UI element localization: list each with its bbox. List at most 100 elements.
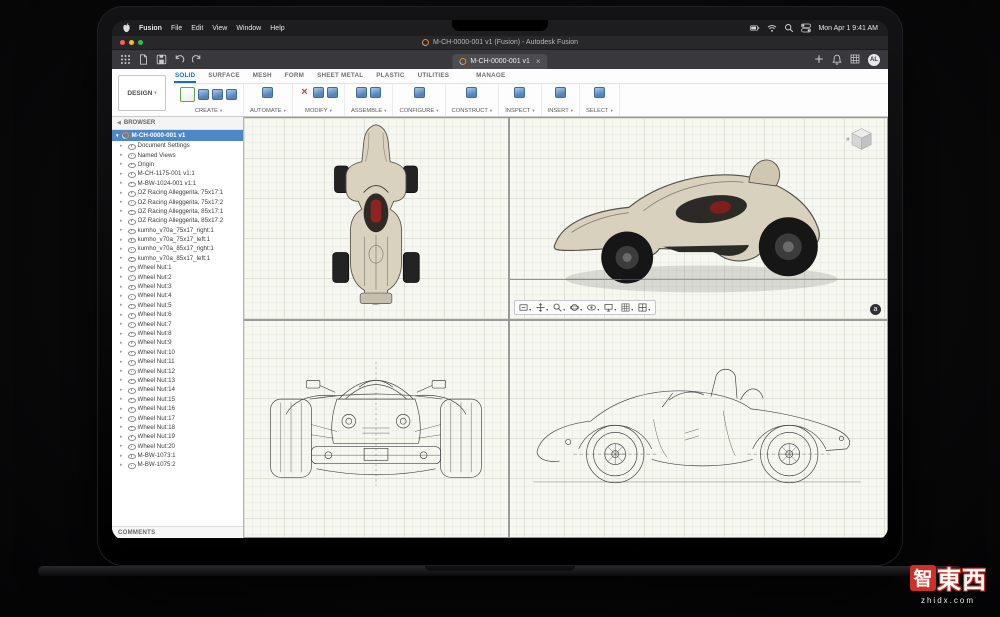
disclosure-icon[interactable]: ▸	[120, 284, 125, 290]
search-icon[interactable]	[784, 23, 794, 33]
visibility-eye-icon[interactable]	[128, 321, 136, 328]
ribbon-group-label[interactable]: ASSEMBLE	[351, 108, 382, 114]
close-window-button[interactable]	[120, 40, 125, 45]
browser-item[interactable]: ▸Wheel Nut:14	[112, 385, 243, 394]
browser-item[interactable]: ▸M-BW-1073:1	[112, 451, 243, 460]
disclosure-icon[interactable]: ▸	[120, 406, 125, 412]
browser-item[interactable]: ▸kumho_v70a_85x17_right:1	[112, 244, 243, 253]
ribbon-group-label[interactable]: CONFIGURE	[399, 108, 434, 114]
disclosure-icon[interactable]: ▸	[120, 443, 125, 449]
configure-icon[interactable]	[414, 87, 425, 98]
disclosure-icon[interactable]: ▸	[120, 453, 125, 459]
browser-item[interactable]: ▸OZ Racing Alleggerita, 85x17:1	[112, 207, 243, 216]
viewport-vertical-splitter[interactable]	[508, 118, 510, 537]
measure-icon[interactable]	[514, 87, 525, 98]
ribbon-tab-solid[interactable]: SOLID	[174, 70, 196, 83]
undo-icon[interactable]	[174, 54, 185, 65]
browser-header[interactable]: ◀ BROWSER	[112, 117, 243, 130]
visibility-eye-icon[interactable]	[128, 236, 136, 243]
viewport-front-view[interactable]	[244, 319, 508, 537]
visibility-eye-icon[interactable]	[128, 274, 136, 281]
visibility-eye-icon[interactable]	[128, 255, 136, 262]
apple-logo-icon[interactable]	[122, 23, 131, 33]
visibility-eye-icon[interactable]	[128, 152, 136, 159]
browser-item[interactable]: ▸Origin	[112, 160, 243, 169]
comments-bar[interactable]: COMMENTS	[112, 526, 243, 538]
browser-item[interactable]: ▸Wheel Nut:18	[112, 423, 243, 432]
zoom-window-button[interactable]	[138, 40, 143, 45]
display-settings-button[interactable]: ▾	[603, 302, 618, 313]
disclosure-icon[interactable]: ▸	[120, 143, 125, 149]
browser-item[interactable]: ▸Wheel Nut:12	[112, 366, 243, 375]
browser-item[interactable]: ▸Wheel Nut:3	[112, 282, 243, 291]
save-icon[interactable]	[156, 54, 167, 65]
visibility-eye-icon[interactable]	[128, 180, 136, 187]
ribbon-tab-surface[interactable]: SURFACE	[207, 70, 241, 83]
visibility-eye-icon[interactable]	[128, 330, 136, 337]
visibility-eye-icon[interactable]	[128, 461, 136, 468]
visibility-eye-icon[interactable]	[128, 339, 136, 346]
browser-item[interactable]: ▸Wheel Nut:16	[112, 404, 243, 413]
disclosure-icon[interactable]: ▸	[120, 246, 125, 252]
visibility-eye-icon[interactable]	[128, 227, 136, 234]
view-cube[interactable]	[842, 123, 878, 155]
create-solid-icon[interactable]	[198, 89, 209, 100]
minimize-window-button[interactable]	[129, 40, 134, 45]
visibility-eye-icon[interactable]	[128, 189, 136, 196]
ribbon-group-label[interactable]: MODIFY	[305, 108, 328, 114]
browser-item[interactable]: ▸Wheel Nut:5	[112, 301, 243, 310]
browser-item[interactable]: ▸OZ Racing Alleggerita, 85x17:2	[112, 216, 243, 225]
extrude-icon[interactable]	[212, 89, 223, 100]
browser-item[interactable]: ▸OZ Racing Alleggerita, 75x17:1	[112, 188, 243, 197]
disclosure-icon[interactable]: ▸	[120, 227, 125, 233]
browser-item[interactable]: ▸Wheel Nut:10	[112, 348, 243, 357]
new-sketch-icon[interactable]	[180, 87, 195, 102]
browser-item[interactable]: ▸kumho_v70a_85x17_left:1	[112, 254, 243, 263]
menu-help[interactable]: Help	[270, 25, 284, 32]
document-tab[interactable]: M-CH-0000-001 v1 ×	[452, 54, 547, 69]
control-center-icon[interactable]	[801, 23, 811, 33]
zoom-button[interactable]: ▾	[552, 302, 567, 313]
browser-item[interactable]: ▸kumho_v70a_75x17_left:1	[112, 235, 243, 244]
press-pull-icon[interactable]	[313, 87, 324, 98]
visibility-eye-icon[interactable]	[128, 292, 136, 299]
browser-item[interactable]: ▸Wheel Nut:13	[112, 376, 243, 385]
disclosure-icon[interactable]: ▸	[120, 199, 125, 205]
browser-item[interactable]: ▸Wheel Nut:17	[112, 413, 243, 422]
look-at-button[interactable]: ▾	[586, 302, 601, 313]
visibility-eye-icon[interactable]	[128, 283, 136, 290]
menu-file[interactable]: File	[171, 25, 182, 32]
browser-item[interactable]: ▸Wheel Nut:19	[112, 432, 243, 441]
visibility-eye-icon[interactable]	[128, 302, 136, 309]
insert-icon[interactable]	[555, 87, 566, 98]
disclosure-icon[interactable]: ▸	[120, 415, 125, 421]
visibility-eye-icon[interactable]	[128, 433, 136, 440]
menubar-clock[interactable]: Mon Apr 1 9:41 AM	[818, 25, 878, 32]
collapse-panel-icon[interactable]: ◀	[117, 120, 121, 126]
viewport-select-button[interactable]: ▾	[518, 302, 533, 313]
primitive-icon[interactable]	[226, 89, 237, 100]
visibility-eye-icon[interactable]	[128, 443, 136, 450]
browser-item[interactable]: ▸Wheel Nut:11	[112, 357, 243, 366]
browser-item[interactable]: ▸Wheel Nut:15	[112, 395, 243, 404]
disclosure-icon[interactable]: ▸	[120, 180, 125, 186]
ribbon-tab-form[interactable]: FORM	[284, 70, 305, 83]
disclosure-icon[interactable]: ▸	[120, 377, 125, 383]
visibility-eye-icon[interactable]	[128, 358, 136, 365]
disclosure-icon[interactable]: ▸	[120, 171, 125, 177]
viewport-perspective-view[interactable]: ▾▾▾▾▾▾▾▾ a	[508, 118, 887, 319]
menu-edit[interactable]: Edit	[191, 25, 203, 32]
assistant-button[interactable]: a	[870, 304, 881, 315]
visibility-eye-icon[interactable]	[128, 377, 136, 384]
disclosure-icon[interactable]: ▸	[120, 434, 125, 440]
user-avatar[interactable]: AL	[868, 54, 880, 66]
browser-item[interactable]: ▸Wheel Nut:20	[112, 442, 243, 451]
ribbon-group-label[interactable]: CONSTRUCT	[452, 108, 488, 114]
menu-fusion[interactable]: Fusion	[139, 25, 162, 32]
browser-root-item[interactable]: ▾ M-CH-0000-001 v1	[112, 130, 243, 141]
notification-bell-icon[interactable]	[832, 54, 843, 65]
browser-item[interactable]: ▸M-CH-1175-001 v1:1	[112, 169, 243, 178]
disclosure-icon[interactable]: ▸	[120, 312, 125, 318]
disclosure-icon[interactable]: ▸	[120, 255, 125, 261]
browser-item[interactable]: ▸Wheel Nut:2	[112, 272, 243, 281]
